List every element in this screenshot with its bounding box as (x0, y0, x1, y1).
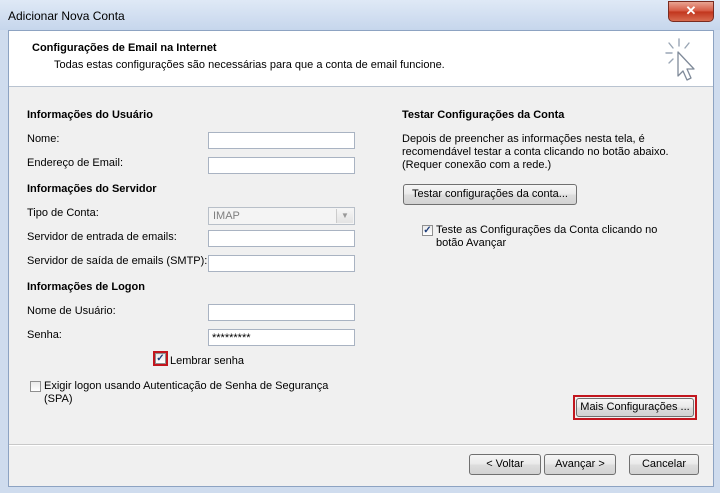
account-type-value: IMAP (213, 210, 240, 222)
window-title: Adicionar Nova Conta (8, 9, 125, 23)
more-settings-button[interactable]: Mais Configurações ... (576, 398, 694, 417)
password-label: Senha: (27, 329, 62, 341)
name-input[interactable] (208, 132, 355, 149)
next-button[interactable]: Avançar > (544, 454, 616, 475)
outgoing-server-input[interactable] (208, 255, 355, 272)
footer-divider-highlight (9, 445, 713, 446)
email-label: Endereço de Email: (27, 157, 123, 169)
account-type-select[interactable]: IMAP ▼ (208, 207, 355, 225)
close-icon: ✕ (685, 3, 697, 18)
title-bar: Adicionar Nova Conta ✕ (0, 0, 720, 30)
spa-label-line2[interactable]: (SPA) (44, 393, 73, 405)
remember-label[interactable]: Lembrar senha (170, 355, 244, 367)
account-type-label: Tipo de Conta: (27, 207, 99, 219)
incoming-server-label: Servidor de entrada de emails: (27, 231, 177, 243)
wizard-header: Configurações de Email na Internet Todas… (9, 31, 713, 87)
username-label: Nome de Usuário: (27, 305, 116, 317)
cursor-sparkle-icon (665, 38, 695, 81)
incoming-server-input[interactable] (208, 230, 355, 247)
email-input[interactable] (208, 157, 355, 174)
username-input[interactable] (208, 304, 355, 321)
spa-checkbox[interactable] (30, 381, 41, 392)
header-subtitle: Todas estas configurações são necessária… (54, 59, 445, 71)
test-description-line3: (Requer conexão com a rede.) (402, 159, 552, 171)
user-info-heading: Informações do Usuário (27, 109, 153, 121)
dialog-body: Configurações de Email na Internet Todas… (8, 30, 714, 487)
chevron-down-icon: ▼ (336, 209, 353, 223)
name-label: Nome: (27, 133, 60, 145)
header-title: Configurações de Email na Internet (32, 42, 217, 54)
cancel-button[interactable]: Cancelar (629, 454, 699, 475)
test-description-line1: Depois de preencher as informações nesta… (402, 133, 645, 145)
password-input[interactable] (208, 329, 355, 346)
back-button[interactable]: < Voltar (469, 454, 541, 475)
auto-test-checkbox[interactable]: ✓ (422, 225, 433, 236)
test-settings-heading: Testar Configurações da Conta (402, 109, 565, 121)
test-account-button[interactable]: Testar configurações da conta... (403, 184, 577, 205)
spa-label-line1[interactable]: Exigir logon usando Autenticação de Senh… (44, 380, 328, 392)
auto-test-label-line2[interactable]: botão Avançar (436, 237, 506, 249)
server-info-heading: Informações do Servidor (27, 183, 157, 195)
remember-checkbox[interactable]: ✓ (155, 353, 166, 364)
outgoing-server-label: Servidor de saída de emails (SMTP): (27, 255, 208, 267)
test-description-line2: recomendável testar a conta clicando no … (402, 146, 669, 158)
auto-test-label-line1[interactable]: Teste as Configurações da Conta clicando… (436, 224, 657, 236)
settings-panel: Informações do Usuário Nome: Endereço de… (10, 99, 710, 441)
logon-info-heading: Informações de Logon (27, 281, 145, 293)
close-button[interactable]: ✕ (668, 1, 714, 22)
